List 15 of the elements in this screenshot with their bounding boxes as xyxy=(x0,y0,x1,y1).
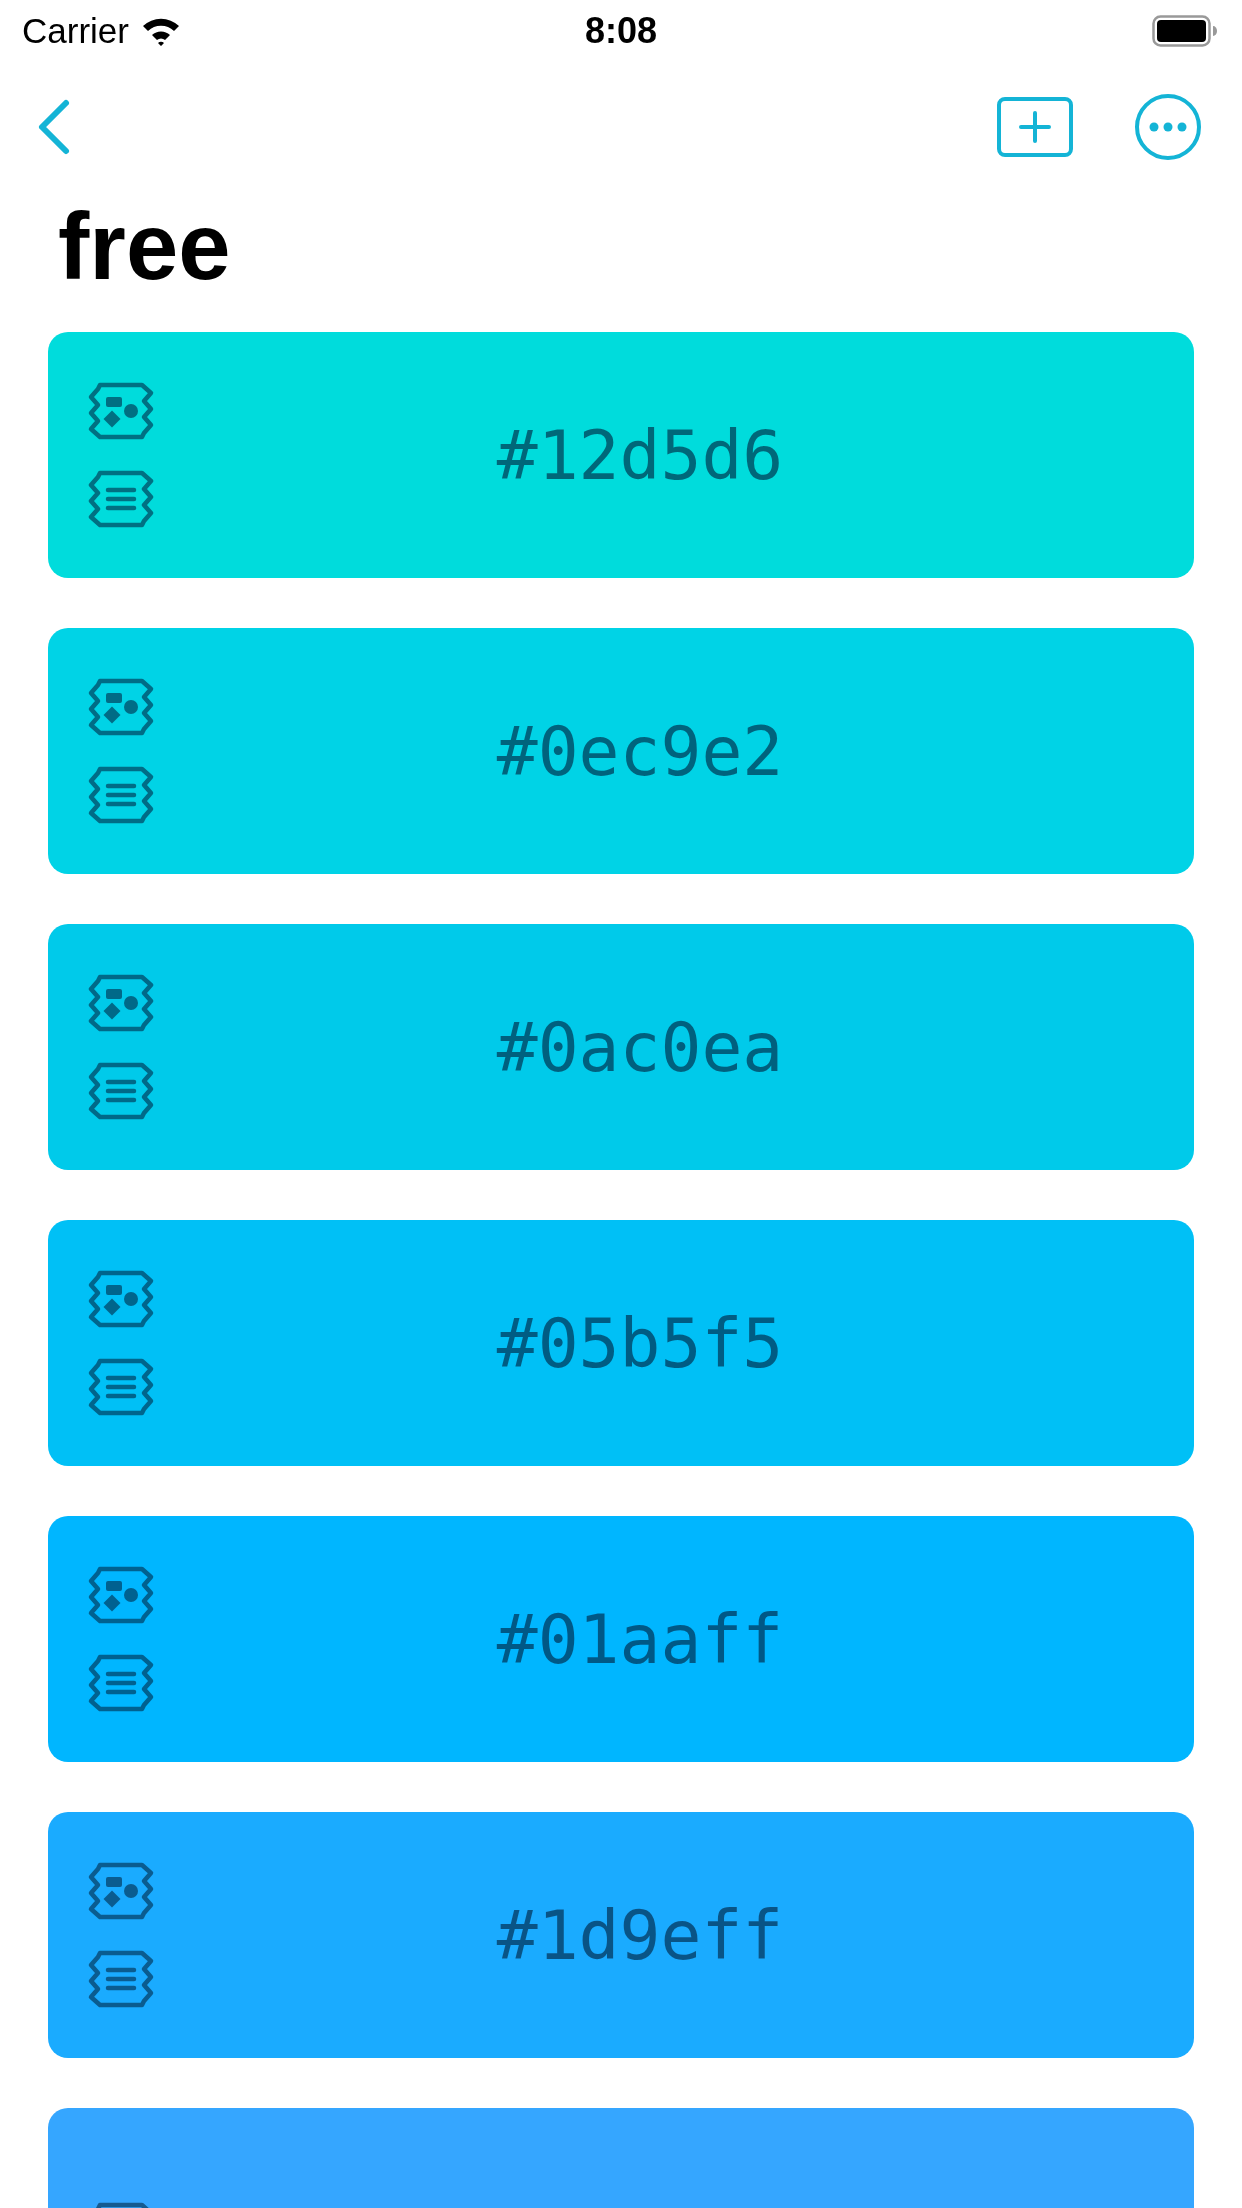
color-card[interactable]: #12d5d6 xyxy=(48,332,1194,578)
color-code: #05b5f5 xyxy=(495,1303,785,1383)
status-time: 8:08 xyxy=(584,10,658,52)
color-card[interactable]: #05b5f5 xyxy=(48,1220,1194,1466)
carrier-name: Carrier xyxy=(22,11,129,51)
page-title: free xyxy=(57,193,232,301)
color-card[interactable]: #1d9eff xyxy=(48,1812,1194,2058)
color-card[interactable]: #01aaff xyxy=(48,1516,1194,1762)
color-card[interactable]: #0ac0ea xyxy=(48,924,1194,1170)
color-card[interactable]: #0ec9e2 xyxy=(48,628,1194,874)
color-code: #12d5d6 xyxy=(495,415,785,495)
color-code: #1d9eff xyxy=(495,1895,785,1975)
color-code: #01aaff xyxy=(495,1599,785,1679)
color-code: #0ac0ea xyxy=(495,1007,785,1087)
color-code: #0ec9e2 xyxy=(495,711,785,791)
